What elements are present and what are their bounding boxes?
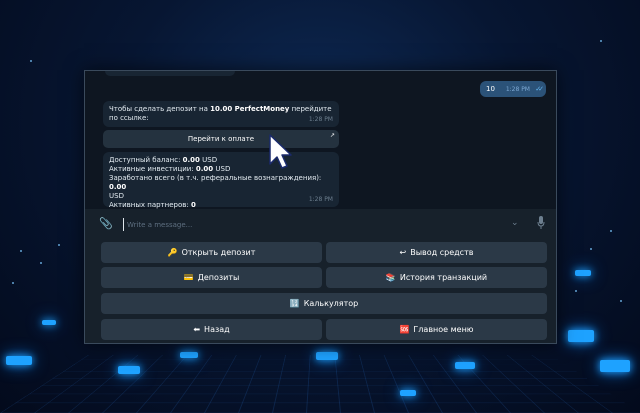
balance-value: 0.00 [182,156,200,164]
deposits-button[interactable]: 💳 Депозиты [101,267,322,288]
back-arrow-icon: ⬅ [193,325,201,334]
main-menu-button[interactable]: 🆘 Главное меню [326,319,547,340]
deposit-amount: 10.00 PerfectMoney [210,105,290,113]
message-time: 1:28 PM [308,116,333,123]
outgoing-message-text: 10 [486,85,495,93]
message-list: 10 1:28 PM ✓✓ Чтобы сделать депозит на 1… [85,71,556,209]
background-glow-block [6,356,32,365]
sos-icon: 🆘 [399,325,410,334]
investments-unit: USD [213,165,231,173]
background-grid [0,354,640,413]
background-dot [20,250,22,252]
message-input[interactable] [123,218,503,231]
background-dot [40,262,42,264]
calculator-button[interactable]: 🔢 Калькулятор [101,293,547,314]
books-icon: 📚 [385,273,396,282]
background-dot [610,230,612,232]
microphone-icon[interactable] [537,216,545,230]
background-glow-block [568,330,594,342]
main-menu-label: Главное меню [413,325,474,334]
withdraw-button[interactable]: ↩ Вывод средств [326,242,547,263]
partners-line: Активных партнеров: 0 [109,201,333,210]
read-checkmarks-icon: ✓✓ [535,85,544,93]
withdraw-label: Вывод средств [410,248,474,257]
back-button[interactable]: ⬅ Назад [101,319,322,340]
back-label: Назад [204,325,230,334]
message-time: 1:28 PM [308,196,333,203]
balance-unit: USD [199,156,218,164]
message-text: Чтобы сделать депозит на [109,105,211,113]
chevron-down-icon[interactable]: ⌄ [511,218,519,228]
mouse-pointer-icon [269,134,292,169]
reply-keyboard: 🔑 Открыть депозит ↩ Вывод средств 💳 Депо… [85,239,556,343]
telegram-chat-window: 10 1:28 PM ✓✓ Чтобы сделать депозит на 1… [84,70,557,344]
balance-label: Доступный баланс: [109,156,183,164]
open-deposit-label: Открыть депозит [181,248,256,257]
calculator-label: Калькулятор [303,299,359,308]
background-dot [620,300,622,302]
background-dot [30,60,32,62]
partners-value: 0 [190,201,196,209]
earned-unit-line: USD [109,192,333,201]
investments-line: Активные инвестиции: 0.00 USD [109,165,333,174]
key-icon: 🔑 [167,248,178,257]
background-dot [600,40,602,42]
transaction-history-button[interactable]: 📚 История транзакций [326,267,547,288]
paperclip-icon[interactable]: 📎 [99,217,113,230]
background-glow-block [118,366,140,374]
transaction-history-label: История транзакций [399,273,488,282]
numbers-icon: 🔢 [289,299,300,308]
deposit-link-message: Чтобы сделать депозит на 10.00 PerfectMo… [103,101,339,127]
background-glow-block [575,270,591,276]
background-glow-block [600,360,630,372]
background-dot [590,248,592,250]
balance-line: Доступный баланс: 0.00 USD [109,156,333,165]
background-glow-block [42,320,56,325]
balance-message: Доступный баланс: 0.00 USD Активные инве… [103,152,339,210]
earned-line: Заработано всего (в т.ч. реферальные воз… [109,174,333,192]
earned-unit: USD [109,192,124,200]
deposits-label: Депозиты [197,273,240,282]
earned-value: 0.00 [109,183,127,191]
earned-label: Заработано всего (в т.ч. реферальные воз… [109,174,322,182]
return-arrow-icon: ↩ [399,248,407,257]
outgoing-message-time: 1:28 PM [505,86,530,93]
background-glow-block [180,352,198,358]
open-deposit-button[interactable]: 🔑 Открыть депозит [101,242,322,263]
background-glow-block [400,390,416,396]
investments-label: Активные инвестиции: [109,165,196,173]
partners-label: Активных партнеров: [109,201,191,209]
credit-card-icon: 💳 [183,273,194,282]
pay-inline-button[interactable]: Перейти к оплате ↗ [103,130,339,148]
background-glow-block [455,362,475,369]
background-dot [58,244,60,246]
background-dot [575,290,577,292]
external-link-arrow-icon: ↗ [329,132,335,139]
background-glow-block [316,352,338,360]
background-dot [12,282,14,284]
message-composer: 📎 ⌄ [85,211,556,237]
pay-inline-button-label: Перейти к оплате [187,135,255,143]
previous-message-edge [105,71,235,76]
investments-value: 0.00 [195,165,214,173]
outgoing-message: 10 1:28 PM ✓✓ [480,81,546,97]
